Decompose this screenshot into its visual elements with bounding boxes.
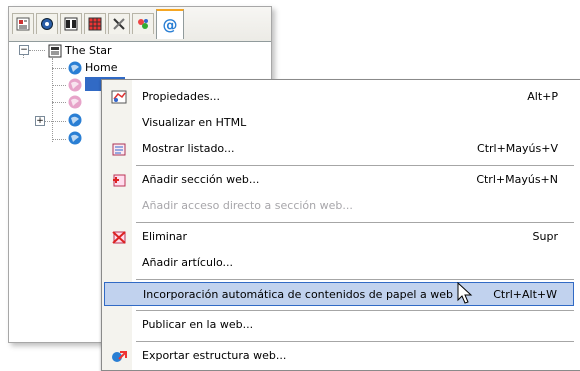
properties-icon [110, 89, 128, 105]
newspaper-icon [47, 43, 63, 59]
tree-node-label: Home [85, 61, 118, 74]
tree-connector [52, 139, 66, 140]
columns-icon [64, 17, 78, 31]
menu-item-anadir-seccion-web[interactable]: Añadir sección web... Ctrl+Mayús+N [104, 168, 574, 192]
menu-separator [136, 222, 574, 223]
panel-tabbar: @ [9, 7, 271, 42]
globe-icon [67, 112, 83, 128]
menu-item-publicar-web[interactable]: Publicar en la web... [104, 313, 574, 337]
add-section-icon [110, 172, 128, 188]
tab-grid[interactable] [84, 13, 106, 34]
tab-web[interactable]: @ [156, 9, 184, 39]
export-icon [110, 348, 128, 364]
tree-connector [52, 85, 66, 86]
globe-icon [67, 60, 83, 76]
menu-item-visualizar-html[interactable]: Visualizar en HTML [104, 111, 574, 135]
tab-newspaper[interactable] [12, 13, 34, 34]
globe-icon [67, 130, 83, 146]
menu-item-anadir-articulo[interactable]: Añadir artículo... [104, 251, 574, 275]
menu-separator [136, 165, 574, 166]
tools-icon [113, 18, 125, 30]
menu-item-exportar-estructura[interactable]: Exportar estructura web... [104, 344, 574, 368]
expand-node-toggle[interactable]: + [35, 116, 45, 126]
paint-icon [138, 19, 148, 29]
tree-node-root[interactable]: The Star [47, 43, 112, 59]
tree-node-label: The Star [65, 44, 112, 57]
context-menu: Propiedades... Alt+P Visualizar en HTML … [101, 79, 580, 371]
menu-separator [136, 310, 574, 311]
list-icon [110, 141, 128, 157]
newspaper-icon [16, 17, 30, 31]
grid-icon [88, 17, 102, 31]
tree-node-section[interactable] [67, 94, 85, 110]
collapse-root-toggle[interactable]: − [19, 45, 29, 55]
tree-node-home[interactable]: Home [67, 60, 117, 76]
menu-item-anadir-acceso-directo[interactable]: Añadir acceso directo a sección web... [104, 194, 574, 218]
mouse-pointer-icon [457, 282, 473, 304]
menu-separator [136, 279, 574, 280]
tree-connector [52, 102, 66, 103]
delete-icon [110, 229, 128, 245]
tree-node-section[interactable] [67, 112, 85, 128]
menu-item-propiedades[interactable]: Propiedades... Alt+P [104, 85, 574, 109]
tab-columns[interactable] [60, 13, 82, 34]
menu-item-incorporacion-automatica[interactable]: Incorporación automática de contenidos d… [104, 282, 574, 306]
at-icon: @ [162, 16, 178, 34]
gear-icon [41, 18, 53, 30]
tab-gear[interactable] [36, 13, 58, 34]
menu-item-mostrar-listado[interactable]: Mostrar listado... Ctrl+Mayús+V [104, 137, 574, 161]
globe-icon [67, 94, 83, 110]
tree-connector [52, 68, 66, 69]
tree-connector [29, 50, 45, 51]
tree-node-section[interactable] [67, 130, 85, 146]
tab-tools[interactable] [108, 13, 130, 34]
tab-paint[interactable] [132, 13, 154, 34]
globe-icon [67, 77, 83, 93]
menu-separator [136, 341, 574, 342]
menu-item-eliminar[interactable]: Eliminar Supr [104, 225, 574, 249]
tree-connector [52, 58, 53, 142]
